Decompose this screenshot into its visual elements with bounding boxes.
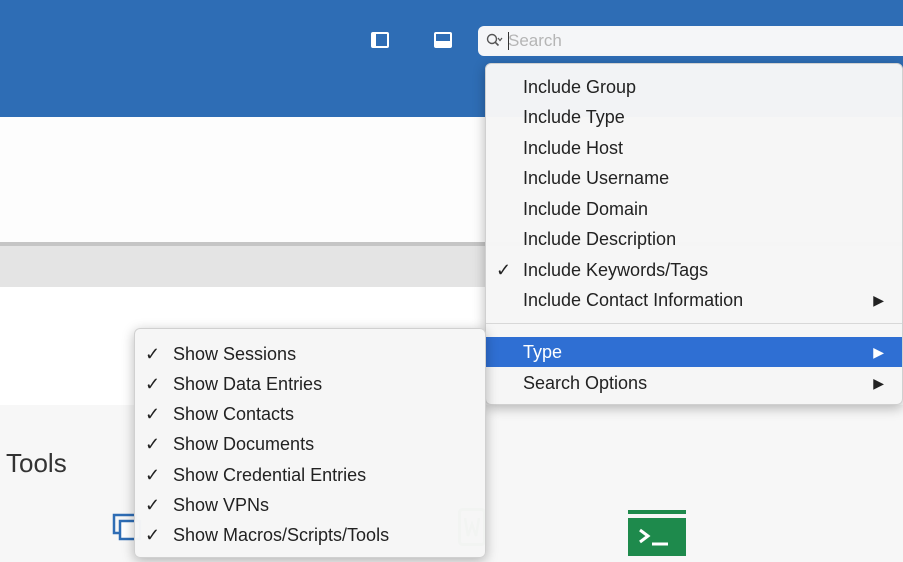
menu-item-include-domain[interactable]: Include Domain [486,194,902,224]
search-field[interactable] [478,26,903,56]
checkmark-icon: ✓ [145,495,161,515]
submenu-item-show-vpns[interactable]: ✓ Show VPNs [135,490,485,520]
checkmark-icon: ✓ [145,465,161,485]
submenu-item-show-macros-scripts-tools[interactable]: ✓ Show Macros/Scripts/Tools [135,520,485,550]
submenu-item-show-contacts[interactable]: ✓ Show Contacts [135,399,485,429]
submenu-arrow-icon: ▶ [873,292,884,308]
menu-item-include-type[interactable]: Include Type [486,102,902,132]
menu-item-include-description[interactable]: Include Description [486,224,902,254]
checkmark-icon: ✓ [145,434,161,454]
sidebar-toggle-icon[interactable] [371,32,389,48]
submenu-item-show-documents[interactable]: ✓ Show Documents [135,429,485,459]
menu-item-include-group[interactable]: Include Group [486,72,902,102]
text-caret [508,32,509,50]
checkmark-icon: ✓ [145,404,161,424]
menu-item-include-contact-information[interactable]: Include Contact Information ▶ [486,285,902,315]
tools-heading: Tools [6,448,67,478]
submenu-item-show-sessions[interactable]: ✓ Show Sessions [135,339,485,369]
bottom-panel-toggle-icon[interactable] [434,32,452,48]
menu-item-search-options[interactable]: Search Options ▶ [486,368,902,398]
menu-item-include-username[interactable]: Include Username [486,163,902,193]
type-submenu: ✓ Show Sessions ✓ Show Data Entries ✓ Sh… [134,328,486,558]
search-icon[interactable] [486,33,503,50]
submenu-item-show-data-entries[interactable]: ✓ Show Data Entries [135,369,485,399]
search-input[interactable] [508,29,888,53]
checkmark-icon: ✓ [145,374,161,394]
checkmark-icon: ✓ [145,344,161,364]
checkmark-icon: ✓ [496,260,512,280]
submenu-item-show-credential-entries[interactable]: ✓ Show Credential Entries [135,460,485,490]
terminal-icon[interactable] [628,510,686,556]
checkmark-icon: ✓ [145,525,161,545]
menu-item-include-keywords-tags[interactable]: ✓ Include Keywords/Tags [486,255,902,285]
submenu-arrow-icon: ▶ [873,344,884,360]
search-options-menu: Include Group Include Type Include Host … [485,63,903,405]
menu-item-include-host[interactable]: Include Host [486,133,902,163]
menu-separator [486,323,902,324]
submenu-arrow-icon: ▶ [873,375,884,391]
menu-item-type[interactable]: Type ▶ [486,337,902,367]
